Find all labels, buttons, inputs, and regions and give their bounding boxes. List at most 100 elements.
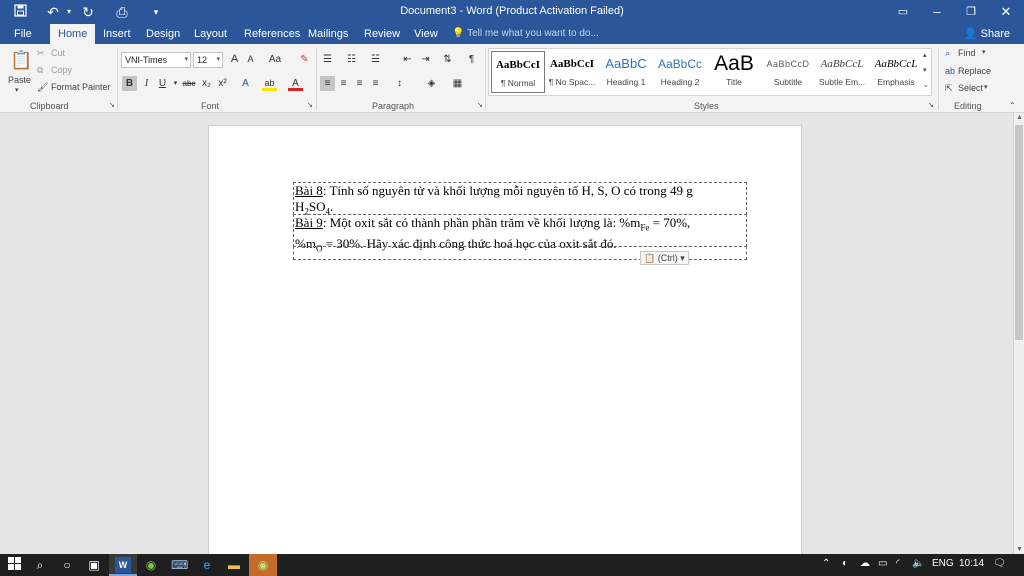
change-case-button[interactable]: Aa (265, 52, 285, 67)
tab-home[interactable]: Home (50, 24, 96, 44)
style-subtitle[interactable]: AaBbCcD Subtitle (761, 51, 815, 93)
text-effects-icon[interactable]: A (238, 76, 253, 91)
align-left-icon[interactable]: ≡ (320, 76, 335, 91)
tab-design[interactable]: Design (138, 24, 188, 44)
ribbon-display-options-icon[interactable]: ▭ (886, 0, 920, 24)
justify-icon[interactable]: ≡ (368, 76, 383, 91)
show-hidden-icons[interactable]: ⌃ (822, 558, 830, 569)
numbering-icon[interactable]: ☷ (344, 52, 359, 67)
search-icon[interactable]: ⌕ (32, 557, 48, 573)
chevron-down-icon[interactable]: ▾ (984, 83, 988, 91)
replace-button[interactable]: Replace (958, 66, 991, 76)
share-button[interactable]: 👤 Share (964, 24, 1010, 44)
align-center-icon[interactable]: ≡ (336, 76, 351, 91)
tray-app-icon[interactable]: ◐ (842, 558, 848, 569)
table-cell-exercise-8[interactable]: Bài 8: Tính số nguyên tử và khối lượng m… (293, 182, 747, 217)
copy-icon[interactable]: ⧉ (37, 65, 43, 76)
tab-layout[interactable]: Layout (186, 24, 235, 44)
paste-options-button[interactable]: 📋 (Ctrl) ▾ (640, 251, 689, 265)
tab-references[interactable]: References (236, 24, 308, 44)
highlight-icon[interactable]: ab (262, 76, 277, 91)
styles-scroll-down-icon[interactable]: ▾ (923, 66, 927, 74)
font-name-combo[interactable]: VNI-Times ▾ (121, 52, 191, 68)
find-icon[interactable]: ⌕ (945, 48, 950, 59)
bullets-icon[interactable]: ☰ (320, 52, 335, 67)
shrink-font-button[interactable]: A (243, 52, 258, 67)
italic-button[interactable]: I (139, 76, 154, 91)
select-icon[interactable]: ⇱ (945, 83, 953, 94)
paste-icon[interactable]: 📋 (10, 48, 32, 72)
tab-view[interactable]: View (406, 24, 446, 44)
clear-formatting-icon[interactable]: ✎ (297, 52, 312, 67)
cut-icon[interactable]: ✂ (37, 48, 45, 59)
style-subtle-emphasis[interactable]: AaBbCcL Subtle Em... (815, 51, 869, 93)
wifi-icon[interactable]: ◜ (896, 558, 900, 569)
app-icon[interactable]: ◉ (143, 557, 159, 573)
collapse-ribbon-icon[interactable]: ⌃ (1009, 101, 1016, 110)
font-color-icon[interactable]: A (288, 76, 303, 91)
chevron-down-icon[interactable]: ▾ (982, 48, 986, 56)
tab-insert[interactable]: Insert (95, 24, 139, 44)
file-explorer-icon[interactable]: ▬ (226, 557, 242, 573)
bold-button[interactable]: B (122, 76, 137, 91)
paragraph-launcher-icon[interactable]: ↘ (477, 101, 483, 109)
format-painter-button[interactable]: Format Painter (51, 82, 111, 92)
strikethrough-button[interactable]: abc (180, 76, 198, 91)
styles-scroll-up-icon[interactable]: ▴ (923, 51, 927, 59)
notifications-icon[interactable]: 🗨 (993, 558, 1006, 569)
line-spacing-icon[interactable]: ↕ (392, 76, 407, 91)
sort-icon[interactable]: ⇅ (440, 52, 455, 67)
borders-icon[interactable]: ▦ (450, 76, 465, 91)
grow-font-button[interactable]: A (227, 52, 242, 67)
style-no-spacing[interactable]: AaBbCcI ¶ No Spac... (545, 51, 599, 93)
style-normal[interactable]: AaBbCcI ¶ Normal (491, 51, 545, 93)
vertical-scrollbar[interactable]: ▲ ▼ (1013, 113, 1024, 554)
increase-indent-icon[interactable]: ⇥ (418, 52, 433, 67)
onedrive-icon[interactable]: ☁ (860, 558, 870, 569)
style-heading-2[interactable]: AaBbCc Heading 2 (653, 51, 707, 93)
paste-dropdown-icon[interactable]: ▾ (15, 86, 19, 94)
multilevel-list-icon[interactable]: ☱ (368, 52, 383, 67)
subscript-button[interactable]: x₂ (199, 76, 214, 91)
tab-file[interactable]: File (6, 24, 40, 44)
scroll-down-icon[interactable]: ▼ (1014, 546, 1024, 553)
minimize-icon[interactable]: – (920, 0, 954, 24)
table-cell-exercise-9[interactable]: Bài 9: Một oxit sắt có thành phần phần t… (293, 214, 747, 253)
superscript-button[interactable]: x² (215, 76, 230, 91)
replace-icon[interactable]: ab (945, 66, 955, 76)
select-button[interactable]: Select (958, 83, 983, 93)
tab-review[interactable]: Review (356, 24, 408, 44)
clipboard-launcher-icon[interactable]: ↘ (109, 101, 115, 109)
restore-icon[interactable]: ❐ (954, 0, 988, 24)
styles-launcher-icon[interactable]: ↘ (928, 101, 934, 109)
format-painter-icon[interactable]: 🖌 (37, 82, 48, 93)
input-language[interactable]: ENG (932, 558, 954, 569)
clock[interactable]: 10:14 (959, 558, 984, 569)
find-button[interactable]: Find (958, 48, 976, 58)
taskbar-word[interactable]: W (109, 554, 137, 576)
scroll-up-icon[interactable]: ▲ (1014, 114, 1024, 121)
task-view-icon[interactable]: ▣ (86, 557, 102, 573)
shading-icon[interactable]: ◈ (424, 76, 439, 91)
show-hide-marks-button[interactable]: ¶ (464, 52, 479, 67)
align-right-icon[interactable]: ≡ (352, 76, 367, 91)
battery-icon[interactable]: ▭ (878, 558, 887, 569)
close-icon[interactable]: ✕ (989, 0, 1023, 24)
style-heading-1[interactable]: AaBbC Heading 1 (599, 51, 653, 93)
style-emphasis[interactable]: AaBbCcL Emphasis (869, 51, 923, 93)
volume-icon[interactable]: 🔈 (912, 558, 924, 569)
document-page[interactable]: Bài 8: Tính số nguyên tử và khối lượng m… (208, 125, 802, 554)
font-size-combo[interactable]: 12 ▾ (193, 52, 223, 68)
styles-more-icon[interactable]: ⌄ (923, 81, 929, 89)
font-launcher-icon[interactable]: ↘ (307, 101, 313, 109)
keyboard-icon[interactable]: ⌨ (171, 557, 188, 573)
tell-me-search[interactable]: 💡 Tell me what you want to do... (452, 24, 599, 44)
taskbar-app-active[interactable]: ◉ (249, 554, 277, 576)
scrollbar-thumb[interactable] (1015, 125, 1023, 340)
cut-button[interactable]: Cut (51, 48, 65, 58)
edge-icon[interactable]: e (199, 557, 215, 573)
decrease-indent-icon[interactable]: ⇤ (400, 52, 415, 67)
windows-start-icon[interactable] (6, 557, 22, 573)
copy-button[interactable]: Copy (51, 65, 72, 75)
tab-mailings[interactable]: Mailings (300, 24, 356, 44)
